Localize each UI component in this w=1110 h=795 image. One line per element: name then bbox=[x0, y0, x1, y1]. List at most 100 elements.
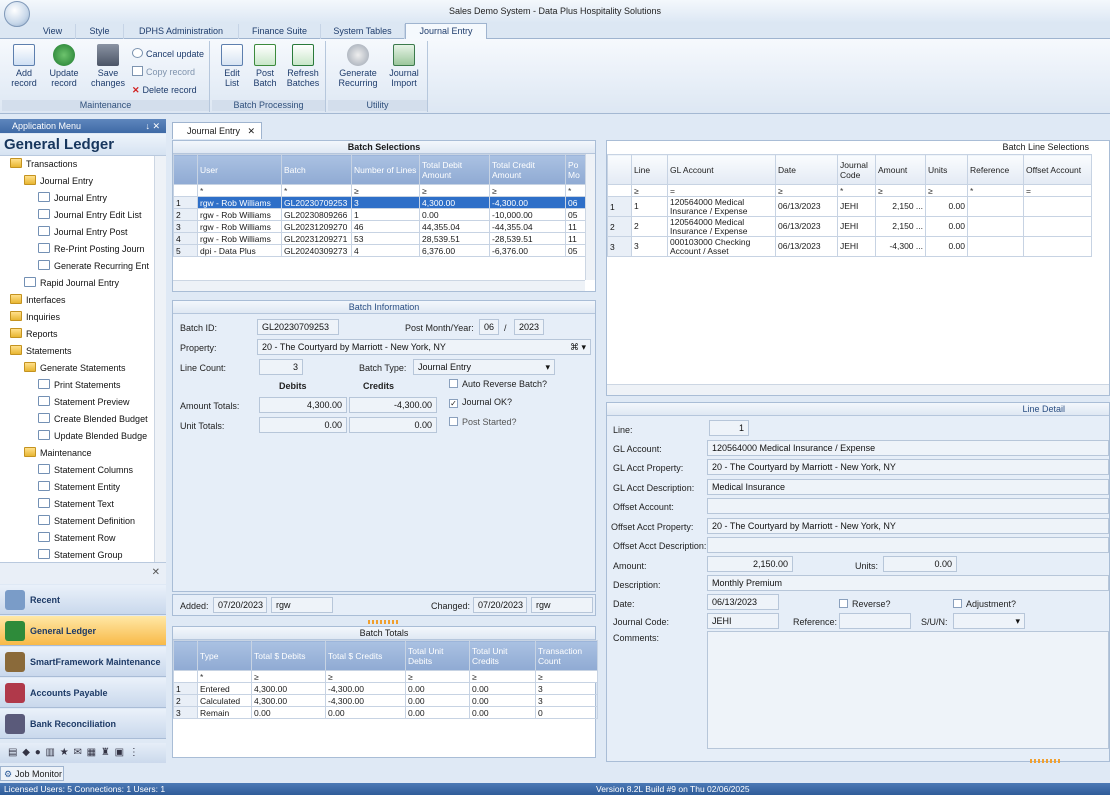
filter-cell[interactable]: ≥ bbox=[325, 670, 406, 683]
add-record-button[interactable]: Add record bbox=[6, 44, 42, 88]
filter-cell[interactable]: * bbox=[967, 184, 1024, 197]
column-header[interactable]: Type bbox=[197, 640, 252, 671]
tree-item[interactable]: Generate Statements bbox=[24, 360, 126, 377]
close-icon[interactable]: ✕ bbox=[152, 567, 160, 578]
tree-item[interactable]: Statement Definition bbox=[38, 513, 135, 530]
amount-field[interactable]: 2,150.00 bbox=[707, 556, 793, 572]
column-header[interactable]: Batch bbox=[281, 154, 352, 185]
column-header[interactable]: Units bbox=[925, 154, 968, 185]
tree-item[interactable]: Inquiries bbox=[10, 309, 60, 326]
tree-item[interactable]: Journal Entry Post bbox=[38, 224, 128, 241]
refresh-batches-button[interactable]: Refresh Batches bbox=[284, 44, 322, 88]
column-header[interactable]: Offset Account bbox=[1023, 154, 1092, 185]
tree-item[interactable]: Journal Entry bbox=[38, 190, 107, 207]
gl-account-field[interactable]: 120564000 Medical Insurance / Expense bbox=[707, 440, 1109, 456]
splitter-grip[interactable] bbox=[368, 620, 398, 624]
grid-scrollbar[interactable] bbox=[585, 154, 595, 280]
filter-cell[interactable]: ≥ bbox=[251, 670, 326, 683]
table-row[interactable]: 1 rgw - Rob Williams GL20230709253 3 4,300.0… bbox=[173, 196, 586, 209]
nav-general-ledger[interactable]: General Ledger bbox=[0, 616, 166, 646]
column-header[interactable]: Total Debit Amount bbox=[419, 154, 490, 185]
column-header[interactable]: Number of Lines bbox=[351, 154, 420, 185]
column-header[interactable]: Total Unit Credits bbox=[469, 640, 536, 671]
comments-field[interactable] bbox=[707, 631, 1109, 749]
column-header[interactable]: Journal Code bbox=[837, 154, 876, 185]
table-row[interactable]: 4 rgw - Rob Williams GL20231209271 53 28,539… bbox=[173, 232, 586, 245]
table-row[interactable]: 3 3 000103000 Checking Account / Asset 06/1… bbox=[607, 236, 1092, 257]
column-header[interactable]: GL Account bbox=[667, 154, 776, 185]
filter-cell[interactable]: ≥ bbox=[631, 184, 668, 197]
tab-system-tables[interactable]: System Tables bbox=[321, 24, 405, 39]
filter-cell[interactable]: ≥ bbox=[925, 184, 968, 197]
app-orb-button[interactable] bbox=[4, 1, 30, 27]
filter-cell[interactable]: ≥ bbox=[775, 184, 838, 197]
filter-cell[interactable]: ≥ bbox=[875, 184, 926, 197]
tree-item[interactable]: Maintenance bbox=[24, 445, 92, 462]
nav-accounts-payable[interactable]: Accounts Payable bbox=[0, 678, 166, 708]
filter-cell[interactable]: * bbox=[565, 184, 586, 197]
offset-account-field[interactable] bbox=[707, 498, 1109, 514]
units-field[interactable]: 0.00 bbox=[883, 556, 957, 572]
table-row[interactable]: 2 Calculated 4,300.00 -4,300.00 0.00 0.00 3 bbox=[173, 694, 598, 707]
table-row[interactable]: 1 1 120564000 Medical Insurance / Expense 0… bbox=[607, 196, 1092, 217]
filter-cell[interactable]: ≥ bbox=[351, 184, 420, 197]
filter-cell[interactable]: ≥ bbox=[535, 670, 598, 683]
post-batch-button[interactable]: Post Batch bbox=[250, 44, 280, 88]
nav-recent[interactable]: Recent bbox=[0, 585, 166, 615]
batch-id-field[interactable]: GL20230709253 bbox=[257, 319, 339, 335]
filter-cell[interactable]: = bbox=[1023, 184, 1092, 197]
filter-cell[interactable]: * bbox=[197, 184, 282, 197]
grid-hscrollbar[interactable] bbox=[173, 280, 585, 291]
filter-cell[interactable]: * bbox=[837, 184, 876, 197]
copy-record-button[interactable]: Copy record bbox=[132, 65, 195, 79]
column-header[interactable]: Total Unit Debits bbox=[405, 640, 470, 671]
filter-cell[interactable]: ≥ bbox=[489, 184, 566, 197]
filter-cell[interactable]: ≥ bbox=[419, 184, 490, 197]
gl-acct-property-field[interactable]: 20 - The Courtyard by Marriott - New Yor… bbox=[707, 459, 1109, 475]
filter-cell[interactable]: * bbox=[281, 184, 352, 197]
column-header[interactable]: Total Credit Amount bbox=[489, 154, 566, 185]
table-row[interactable]: 3 rgw - Rob Williams GL20231209270 46 44,355… bbox=[173, 220, 586, 233]
nav-bank-reconciliation[interactable]: Bank Reconciliation bbox=[0, 709, 166, 739]
column-header[interactable]: Reference bbox=[967, 154, 1024, 185]
property-select[interactable]: 20 - The Courtyard by Marriott - New Yor… bbox=[257, 339, 591, 355]
reference-field[interactable] bbox=[839, 613, 911, 629]
column-header[interactable]: Total $ Credits bbox=[325, 640, 406, 671]
post-year-field[interactable]: 2023 bbox=[514, 319, 544, 335]
generate-recurring-button[interactable]: Generate Recurring bbox=[334, 44, 382, 88]
tab-dphs-administration[interactable]: DPHS Administration bbox=[124, 24, 239, 39]
pane-controls[interactable]: ↓ ✕ bbox=[145, 119, 160, 133]
tree-item[interactable]: Transactions bbox=[10, 156, 77, 173]
post-started-checkbox[interactable]: Post Started? bbox=[449, 417, 517, 427]
reverse-checkbox[interactable]: Reverse? bbox=[839, 599, 891, 609]
suin-select[interactable]: ▾ bbox=[953, 613, 1025, 629]
tree-item[interactable]: Statements bbox=[10, 343, 72, 360]
grid-hscrollbar[interactable] bbox=[607, 384, 1109, 395]
close-tab-icon[interactable]: ✕ bbox=[247, 123, 255, 139]
tree-item[interactable]: Statement Text bbox=[38, 496, 114, 513]
column-header[interactable]: Line bbox=[631, 154, 668, 185]
table-row[interactable]: 2 2 120564000 Medical Insurance / Expense 0… bbox=[607, 216, 1092, 237]
tree-item[interactable]: Statement Row bbox=[38, 530, 116, 547]
batch-type-select[interactable]: Journal Entry ▾ bbox=[413, 359, 555, 375]
offset-acct-property-field[interactable]: 20 - The Courtyard by Marriott - New Yor… bbox=[707, 518, 1109, 534]
table-row[interactable]: 5 dpi - Data Plus GL20240309273 4 6,376.00 -6… bbox=[173, 244, 586, 257]
description-field[interactable]: Monthly Premium bbox=[707, 575, 1109, 591]
tree-scrollbar[interactable] bbox=[154, 156, 166, 562]
filter-cell[interactable]: ≥ bbox=[405, 670, 470, 683]
tree-item[interactable]: Print Statements bbox=[38, 377, 121, 394]
tree-item[interactable]: Update Blended Budge bbox=[38, 428, 147, 445]
filter-cell[interactable]: = bbox=[667, 184, 776, 197]
tree-item[interactable]: Journal Entry Edit List bbox=[38, 207, 142, 224]
save-changes-button[interactable]: Save changes bbox=[88, 44, 128, 88]
tree-item[interactable]: Statement Group bbox=[38, 547, 123, 562]
column-header[interactable]: Date bbox=[775, 154, 838, 185]
nav-smartframework-maintenance[interactable]: SmartFramework Maintenance bbox=[0, 647, 166, 677]
auto-reverse-checkbox[interactable]: Auto Reverse Batch? bbox=[449, 379, 547, 389]
tree-item[interactable]: Rapid Journal Entry bbox=[24, 275, 119, 292]
filter-icon[interactable] bbox=[607, 184, 632, 197]
nav-shortcut-strip[interactable]: ▤ ◆ ● ▥ ★ ✉ ▦ ♜ ▣ ⋮ bbox=[0, 743, 166, 763]
table-row[interactable]: 3 Remain 0.00 0.00 0.00 0.00 0 bbox=[173, 706, 598, 719]
tab-style[interactable]: Style bbox=[76, 24, 124, 39]
adjustment-checkbox[interactable]: Adjustment? bbox=[953, 599, 1016, 609]
